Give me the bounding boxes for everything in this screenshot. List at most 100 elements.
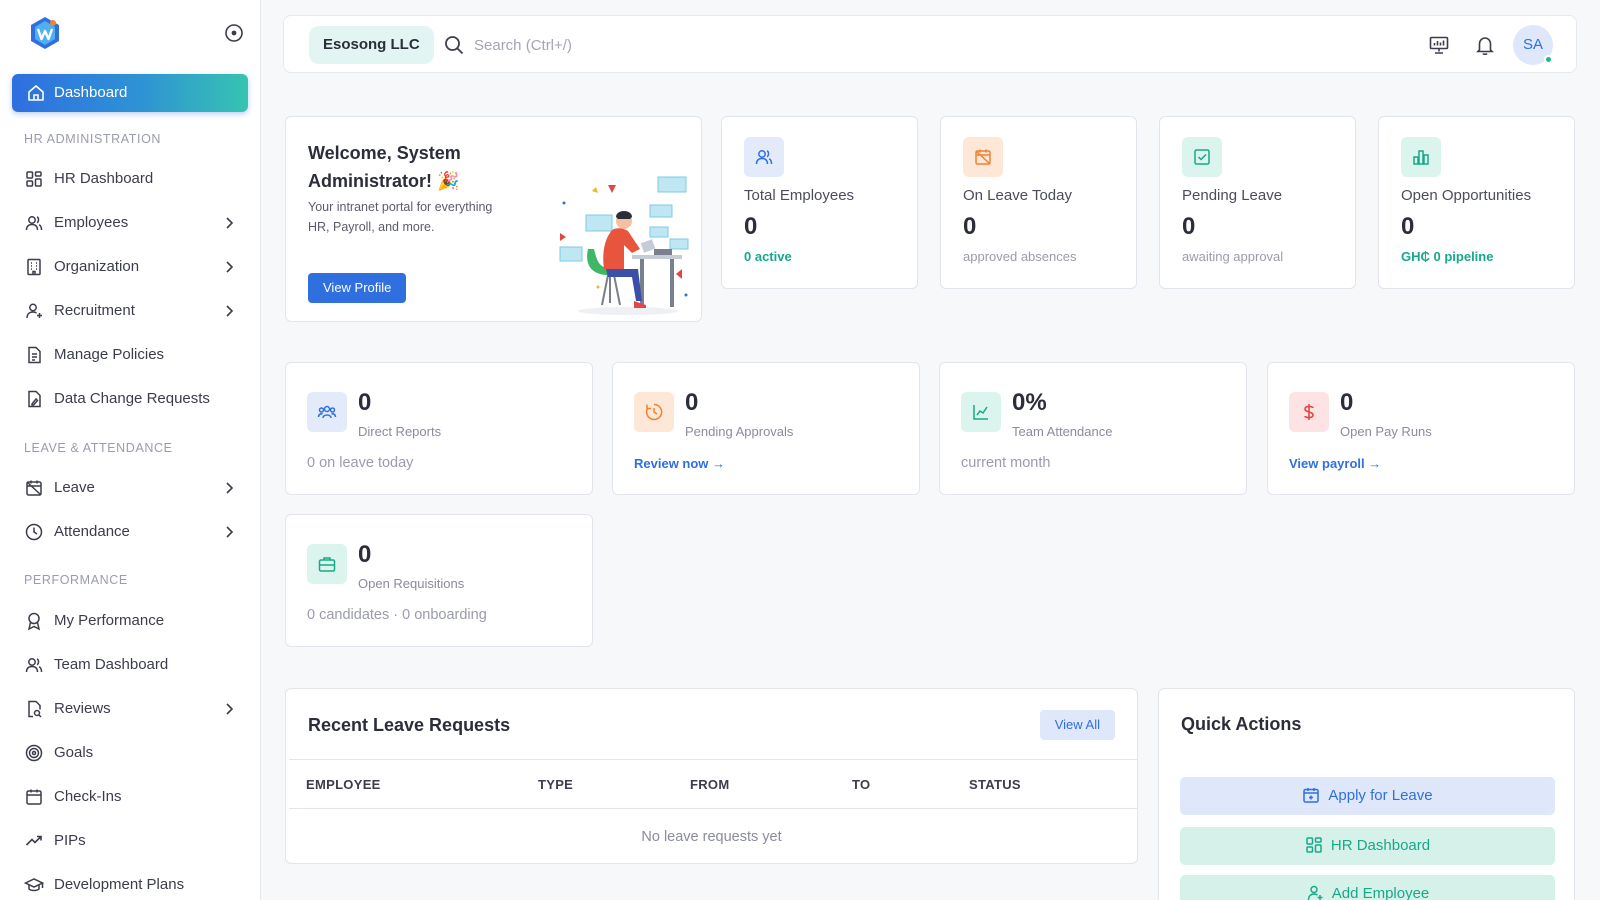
welcome-title: Welcome, System Administrator! 🎉: [308, 143, 461, 191]
chevron-right-icon: [226, 482, 234, 494]
metric-subtext: current month: [961, 455, 1051, 471]
clock-alert-icon-badge: [634, 392, 674, 432]
apply-for-leave-button[interactable]: Apply for Leave: [1180, 777, 1555, 815]
stat-card-total-employees[interactable]: Total Employees 0 0 active: [721, 116, 918, 289]
dollar-icon: [1304, 404, 1314, 420]
chart-line-icon: [973, 405, 988, 420]
sidebar-item-check-ins[interactable]: Check-Ins: [24, 783, 238, 811]
bar-chart-icon: [1413, 150, 1429, 165]
sidebar-item-dashboard[interactable]: Dashboard: [12, 74, 248, 112]
sidebar-item-label: My Performance: [54, 612, 165, 629]
column-header-to[interactable]: TO: [852, 777, 870, 792]
stat-label: Open Opportunities: [1401, 187, 1532, 204]
sidebar-item-data-change-requests[interactable]: Data Change Requests: [24, 385, 238, 413]
button-label: HR Dashboard: [1330, 837, 1431, 854]
column-header-status[interactable]: STATUS: [969, 777, 1021, 792]
empty-state-text: No leave requests yet: [641, 829, 782, 845]
sidebar-item-development-plans[interactable]: Development Plans: [24, 871, 238, 899]
file-search-icon: [28, 700, 42, 718]
metric-value: 0: [358, 541, 372, 568]
briefcase-icon-badge: [307, 544, 347, 584]
metric-card-open-requisitions[interactable]: 0 Open Requisitions 0 candidates · 0 onb…: [285, 514, 593, 647]
sidebar-item-attendance[interactable]: Attendance: [24, 518, 238, 546]
sidebar-item-reviews[interactable]: Reviews: [24, 695, 238, 723]
sidebar-item-organization[interactable]: Organization: [24, 253, 238, 281]
avatar[interactable]: SA: [1513, 25, 1553, 65]
section-title-performance: PERFORMANCE: [24, 573, 128, 587]
users-icon-badge: [744, 137, 784, 177]
users-icon: [755, 150, 773, 165]
metric-card-direct-reports[interactable]: 0 Direct Reports 0 on leave today: [285, 362, 593, 495]
sidebar-item-leave[interactable]: Leave: [24, 474, 238, 502]
bell-icon[interactable]: [1474, 34, 1496, 56]
stat-subtext: GH₵ 0 pipeline: [1401, 249, 1494, 264]
metric-card-team-attendance[interactable]: 0% Team Attendance current month: [939, 362, 1247, 495]
collapse-toggle-icon[interactable]: [224, 23, 244, 43]
stat-card-on-leave-today[interactable]: On Leave Today 0 approved absences: [940, 116, 1137, 289]
sidebar-item-label: Check-Ins: [54, 788, 122, 805]
button-label: Add Employee: [1331, 885, 1430, 900]
metric-value: 0: [685, 389, 699, 416]
building-icon: [27, 258, 41, 276]
logo-icon[interactable]: [28, 16, 62, 50]
view-profile-button[interactable]: View Profile: [308, 273, 407, 303]
stat-label: Pending Leave: [1182, 187, 1283, 204]
award-icon: [27, 612, 41, 631]
sidebar-item-hr-dashboard[interactable]: HR Dashboard: [24, 165, 238, 193]
sidebar-item-employees[interactable]: Employees: [24, 209, 238, 237]
sidebar-item-goals[interactable]: Goals: [24, 739, 238, 767]
sidebar-item-my-performance[interactable]: My Performance: [24, 607, 238, 635]
view-all-button[interactable]: View All: [1039, 710, 1115, 740]
stat-subtext: approved absences: [963, 249, 1077, 264]
target-icon: [25, 744, 43, 762]
calendar-icon: [26, 789, 42, 805]
metric-value: 0: [1340, 389, 1354, 416]
sidebar: Dashboard HR ADMINISTRATION HR Dashboard…: [0, 0, 261, 900]
sidebar-item-label: Leave: [54, 479, 95, 496]
team-icon: [317, 405, 337, 419]
chevron-right-icon: [226, 217, 234, 229]
sidebar-item-label: Attendance: [54, 523, 130, 540]
calendar-off-icon-badge: [963, 137, 1003, 177]
metric-subtext: 0 candidates · 0 onboarding: [307, 607, 487, 623]
sidebar-item-team-dashboard[interactable]: Team Dashboard: [24, 651, 238, 679]
column-header-from[interactable]: FROM: [690, 777, 729, 792]
recent-leave-requests-panel: Recent Leave Requests View All EMPLOYEE …: [285, 688, 1138, 864]
metric-card-open-pay-runs[interactable]: 0 Open Pay Runs View payroll →: [1267, 362, 1575, 495]
calendar-off-icon: [975, 149, 991, 165]
sidebar-item-label: Goals: [54, 744, 94, 761]
stat-value: 0: [1182, 213, 1196, 240]
sidebar-item-label: Team Dashboard: [54, 656, 169, 673]
stat-card-pending-leave[interactable]: Pending Leave 0 awaiting approval: [1159, 116, 1356, 289]
search-input[interactable]: [474, 32, 874, 58]
sidebar-item-manage-policies[interactable]: Manage Policies: [24, 341, 238, 369]
sidebar-item-pips[interactable]: PIPs: [24, 827, 238, 855]
metric-card-pending-approvals[interactable]: 0 Pending Approvals Review now →: [612, 362, 920, 495]
presentation-icon[interactable]: [1428, 34, 1450, 56]
chart-line-icon-badge: [961, 392, 1001, 432]
add-employee-button[interactable]: Add Employee: [1180, 875, 1555, 900]
metric-label: Pending Approvals: [685, 424, 794, 439]
developer-illustration: [559, 176, 689, 315]
company-switcher[interactable]: Esosong LLC: [309, 26, 434, 64]
view-payroll-link[interactable]: View payroll →: [1289, 456, 1381, 471]
chevron-right-icon: [226, 526, 234, 538]
stat-value: 0: [963, 213, 977, 240]
welcome-text: Your intranet portal for everything HR, …: [308, 200, 493, 234]
metric-label: Team Attendance: [1012, 424, 1113, 439]
column-header-type[interactable]: TYPE: [538, 777, 573, 792]
metric-value: 0%: [1012, 389, 1047, 416]
stat-label: On Leave Today: [963, 187, 1072, 204]
document-icon: [28, 346, 41, 364]
hr-dashboard-button[interactable]: HR Dashboard: [1180, 827, 1555, 865]
panel-title: Recent Leave Requests: [308, 715, 511, 735]
review-now-link[interactable]: Review now →: [634, 456, 725, 471]
sidebar-item-label: Employees: [54, 214, 129, 231]
search-icon[interactable]: [443, 34, 465, 56]
sidebar-item-recruitment[interactable]: Recruitment: [24, 297, 238, 325]
sidebar-item-label: Reviews: [54, 700, 111, 717]
column-header-employee[interactable]: EMPLOYEE: [306, 777, 381, 792]
section-title-hr-administration: HR ADMINISTRATION: [24, 132, 162, 146]
stat-card-open-opportunities[interactable]: Open Opportunities 0 GH₵ 0 pipeline: [1378, 116, 1575, 289]
calendar-check-icon: [1194, 149, 1210, 165]
